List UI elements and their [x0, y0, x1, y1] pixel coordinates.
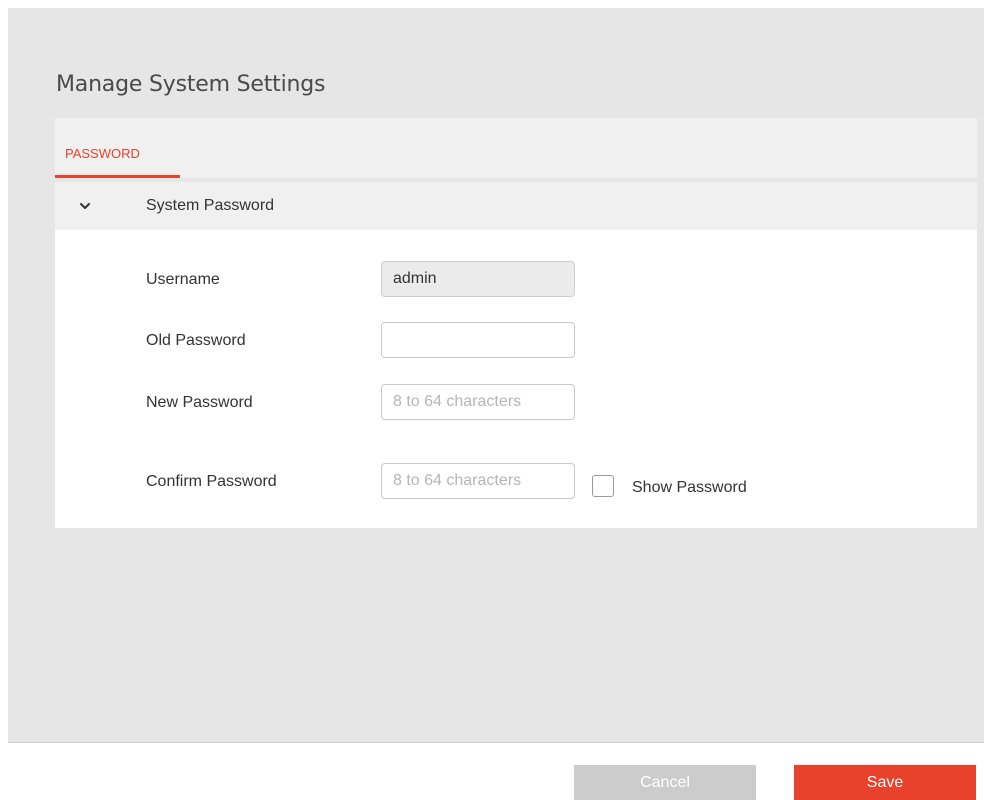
confirm-password-field[interactable]: [381, 463, 575, 499]
app-frame: Manage System Settings PASSWORD System P…: [0, 0, 984, 800]
new-password-label: New Password: [146, 394, 253, 411]
tab-password[interactable]: PASSWORD: [55, 118, 180, 178]
tab-bar: PASSWORD: [55, 118, 977, 178]
old-password-label: Old Password: [146, 332, 246, 349]
tab-password-label: PASSWORD: [65, 146, 140, 161]
section-header-system-password[interactable]: System Password: [55, 182, 977, 230]
save-button[interactable]: Save: [794, 765, 976, 800]
username-field[interactable]: [381, 261, 575, 297]
tab-active-indicator: [55, 175, 180, 178]
show-password-checkbox[interactable]: [592, 475, 614, 497]
password-form-panel: Username Old Password New Password Confi…: [55, 230, 977, 528]
new-password-field[interactable]: [381, 384, 575, 420]
confirm-password-label: Confirm Password: [146, 473, 277, 490]
section-title: System Password: [146, 197, 275, 214]
chevron-down-icon[interactable]: [75, 196, 95, 216]
content-area: Manage System Settings PASSWORD System P…: [8, 8, 984, 743]
cancel-button[interactable]: Cancel: [574, 765, 756, 800]
show-password-label[interactable]: Show Password: [632, 479, 747, 497]
username-label: Username: [146, 271, 220, 288]
old-password-field[interactable]: [381, 322, 575, 358]
page-title: Manage System Settings: [56, 72, 326, 97]
